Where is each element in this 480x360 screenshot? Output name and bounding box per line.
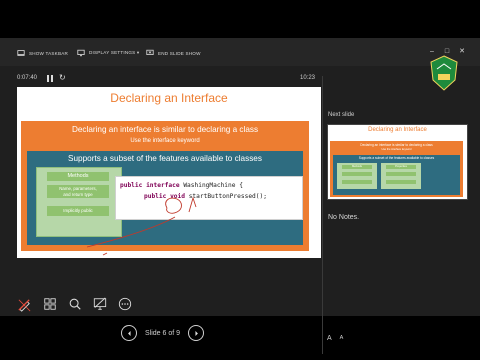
slide-title: Declaring an Interface <box>110 91 228 105</box>
more-options-icon[interactable] <box>116 296 133 312</box>
show-taskbar-label: SHOW TASKBAR <box>29 50 68 56</box>
teal-panel-heading: Supports a subset of the features availa… <box>68 154 262 163</box>
increase-font-button[interactable]: A <box>327 335 332 342</box>
next-slide-methods-card: Methods <box>337 163 377 189</box>
notes-font-controls: A A <box>327 335 343 342</box>
next-slide-methods-row-1 <box>342 172 372 176</box>
pane-divider[interactable] <box>322 76 323 354</box>
slide-line-2: Use the interface keyword <box>130 138 200 144</box>
display-settings-button[interactable]: DISPLAY SETTINGS ▾ <box>77 47 139 59</box>
monitor-icon <box>77 49 85 57</box>
methods-card: Methods Name, parameters, and return typ… <box>36 167 122 237</box>
window-controls: – □ ✕ <box>428 47 466 56</box>
clock: 10:23 <box>300 75 316 81</box>
black-screen-icon[interactable] <box>91 296 108 312</box>
speaker-notes[interactable]: No Notes. <box>328 214 359 221</box>
presenter-view: SHOW TASKBAR DISPLAY SETTINGS ▾ END SLID… <box>0 38 480 354</box>
pause-icon[interactable] <box>47 75 53 82</box>
restore-icon[interactable]: □ <box>443 47 451 55</box>
next-slide-button[interactable] <box>188 325 205 341</box>
next-slide-title: Declaring an Interface <box>368 127 427 133</box>
slide-tools <box>16 296 133 312</box>
methods-heading: Methods <box>47 172 109 181</box>
code-sample: public interface WashingMachine { public… <box>115 176 303 220</box>
taskbar-icon <box>17 50 25 56</box>
code-line-1-keyword: public interface <box>120 182 180 189</box>
orange-panel: Declaring an interface is similar to dec… <box>21 121 309 251</box>
end-show-icon <box>146 49 154 55</box>
chevron-right-icon <box>194 330 198 336</box>
chevron-left-icon <box>127 330 131 336</box>
methods-row-1: Name, parameters, and return type <box>47 185 109 198</box>
code-line-2: public void startButtonPressed(); <box>144 193 267 200</box>
next-slide-label: Next slide <box>328 112 355 118</box>
next-slide-methods-row-2 <box>342 180 372 184</box>
next-slide-line-1: Declaring an interface is similar to dec… <box>360 143 433 147</box>
previous-slide-button[interactable] <box>121 325 137 341</box>
display-settings-label: DISPLAY SETTINGS ▾ <box>89 50 140 55</box>
zoom-icon[interactable] <box>66 296 83 312</box>
next-slide-properties-row-2 <box>386 180 416 184</box>
next-slide-properties-card: Properties <box>381 163 421 189</box>
methods-row-2: Implicitly public <box>47 206 109 216</box>
slide-counter[interactable]: Slide 6 of 9 <box>145 330 180 337</box>
next-slide-teal-panel: Supports a subset of the features availa… <box>333 155 460 195</box>
code-line-2-keyword: public void <box>144 193 185 200</box>
next-slide-line-2: Use the interface keyword <box>381 148 412 151</box>
presenter-toolbar: SHOW TASKBAR DISPLAY SETTINGS ▾ END SLID… <box>0 38 480 66</box>
elapsed-timer: 0:07:40 <box>17 75 38 81</box>
show-taskbar-button[interactable]: SHOW TASKBAR <box>17 47 68 59</box>
close-icon[interactable]: ✕ <box>458 47 466 55</box>
methods-row-1-line-b: and return type <box>63 191 93 197</box>
code-line-1: public interface WashingMachine { <box>120 182 243 189</box>
next-slide-thumbnail[interactable]: Declaring an Interface Declaring an inte… <box>327 124 468 200</box>
pen-tool-icon[interactable] <box>16 296 33 312</box>
see-all-slides-icon[interactable] <box>41 296 58 312</box>
slide-navigation: Slide 6 of 9 <box>121 324 205 342</box>
decrease-font-button[interactable]: A <box>340 335 344 342</box>
code-line-2-rest: startButtonPressed(); <box>184 193 267 200</box>
next-slide-orange-panel: Declaring an interface is similar to dec… <box>330 141 463 197</box>
minimize-icon[interactable]: – <box>428 47 436 55</box>
end-slide-show-label: END SLIDE SHOW <box>158 50 201 56</box>
code-line-1-rest: WashingMachine { <box>179 182 243 189</box>
end-slide-show-button[interactable]: END SLIDE SHOW <box>146 47 201 59</box>
next-slide-properties-row-1 <box>386 172 416 176</box>
next-slide-properties-heading: Properties <box>386 165 416 169</box>
next-slide-teal-heading: Supports a subset of the features availa… <box>358 156 435 160</box>
next-slide-methods-heading: Methods <box>342 165 372 169</box>
current-slide[interactable]: Declaring an Interface Declaring an inte… <box>17 87 321 258</box>
teal-panel: Supports a subset of the features availa… <box>27 151 303 245</box>
slide-line-1: Declaring an interface is similar to dec… <box>71 125 259 134</box>
channel-logo <box>430 55 458 91</box>
reset-timer-icon[interactable]: ↻ <box>59 74 66 82</box>
